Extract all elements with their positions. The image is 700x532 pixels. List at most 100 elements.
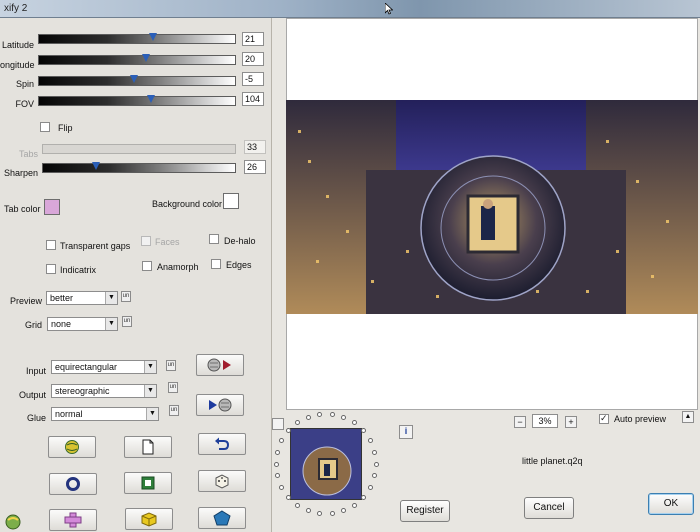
preview-unlink-button[interactable]: un [121, 291, 131, 302]
thumbnail-planet-image [291, 429, 361, 499]
input-unlink-button[interactable]: un [166, 360, 176, 371]
input-select[interactable]: equirectangular ▼ [51, 360, 157, 374]
zoom-out-button[interactable]: − [514, 416, 526, 428]
pentagon-button[interactable] [198, 507, 246, 529]
ring-dot [295, 502, 301, 508]
preview-select[interactable]: better ▼ [46, 291, 118, 305]
tabs-slider[interactable] [42, 144, 236, 154]
register-button[interactable]: Register [400, 500, 450, 522]
undo-icon [215, 437, 230, 450]
new-page-button[interactable] [124, 436, 172, 458]
faces-label: Faces [155, 237, 180, 247]
auto-preview-checkbox[interactable] [599, 413, 609, 424]
convert-to-stereographic-button[interactable] [196, 354, 244, 376]
auto-preview-label: Auto preview [614, 414, 667, 424]
zoom-in-button[interactable]: + [565, 416, 577, 428]
globe-play-icon [207, 358, 231, 372]
glue-select[interactable]: normal ▼ [51, 407, 159, 421]
grid-select-value: none [51, 319, 72, 329]
pentagon-icon [213, 510, 231, 526]
anamorph-label: Anamorph [157, 262, 199, 272]
preview-select-value: better [50, 293, 74, 303]
sharpen-slider[interactable] [42, 162, 236, 173]
chevron-down-icon: ▼ [144, 385, 156, 397]
fov-slider[interactable] [38, 95, 236, 106]
tabs-value[interactable]: 33 [244, 140, 266, 154]
zoom-level[interactable]: 3% [532, 414, 558, 428]
cube-icon [141, 512, 157, 527]
thumbnail-toggle[interactable] [272, 418, 284, 430]
title-bar: xify 2 [0, 0, 700, 18]
latitude-slider[interactable] [38, 33, 236, 44]
ring-dot [367, 484, 373, 490]
flip-checkbox[interactable] [40, 122, 50, 132]
globe-icon [65, 440, 79, 454]
latitude-thumb[interactable] [149, 33, 157, 41]
ring-button[interactable] [49, 473, 97, 495]
de-halo-checkbox[interactable] [209, 234, 219, 244]
indicatrix-checkbox[interactable] [46, 264, 56, 274]
longitude-slider[interactable] [38, 54, 236, 65]
cross-button[interactable] [49, 509, 97, 531]
cancel-button[interactable]: Cancel [524, 497, 574, 519]
ring-dot [329, 511, 335, 517]
longitude-thumb[interactable] [142, 54, 150, 62]
background-color-swatch[interactable] [223, 193, 239, 209]
background-color-label: Background color [152, 199, 223, 209]
undo-button[interactable] [198, 433, 246, 455]
ring-dot [305, 414, 311, 420]
edges-label: Edges [226, 260, 252, 270]
chevron-down-icon: ▼ [105, 318, 117, 330]
convert-to-equirectangular-button[interactable] [196, 394, 244, 416]
transparent-gaps-checkbox[interactable] [46, 240, 56, 250]
sharpen-value[interactable]: 26 [244, 160, 266, 174]
glue-select-value: normal [55, 409, 83, 419]
grid-label: Grid [24, 320, 42, 330]
frame-button[interactable] [124, 472, 172, 494]
sharpen-thumb[interactable] [92, 162, 100, 170]
output-unlink-button[interactable]: un [168, 382, 178, 393]
latitude-label: Latitude [2, 40, 35, 50]
random-button[interactable] [198, 470, 246, 492]
tab-color-label: Tab color [4, 204, 41, 214]
app-window: xify 2 Latitude 21 ongitude 20 Spin -5 F… [0, 0, 700, 532]
grid-unlink-button[interactable]: un [122, 316, 132, 327]
output-label: Output [18, 390, 46, 400]
fov-value[interactable]: 104 [242, 92, 264, 106]
fov-label: FOV [15, 99, 34, 109]
ok-button[interactable]: OK [648, 493, 694, 515]
window-title: xify 2 [4, 3, 28, 14]
preview-image[interactable] [286, 100, 698, 314]
globe-button[interactable] [48, 436, 96, 458]
chevron-down-icon: ▼ [146, 408, 158, 420]
spin-thumb[interactable] [130, 75, 138, 83]
glue-unlink-button[interactable]: un [169, 405, 179, 416]
chevron-down-icon: ▼ [144, 361, 156, 373]
dice-icon [215, 474, 229, 489]
info-icon[interactable]: i [399, 425, 413, 439]
flip-label: Flip [58, 123, 73, 133]
fov-thumb[interactable] [147, 95, 155, 103]
ring-dot [372, 449, 378, 455]
ring-dot [329, 411, 335, 417]
latitude-value[interactable]: 21 [242, 32, 264, 46]
mouse-cursor-icon [385, 3, 393, 15]
output-select[interactable]: stereographic ▼ [51, 384, 157, 398]
indicatrix-label: Indicatrix [60, 265, 97, 275]
longitude-value[interactable]: 20 [242, 52, 264, 66]
input-label: Input [25, 366, 46, 376]
app-logo-icon [5, 514, 21, 530]
spin-value[interactable]: -5 [242, 72, 264, 86]
thumbnail-image[interactable] [290, 428, 362, 500]
play-globe-icon [209, 398, 232, 412]
anamorph-checkbox[interactable] [142, 261, 152, 271]
ring-dot [274, 449, 280, 455]
spin-slider[interactable] [38, 75, 236, 86]
tab-color-swatch[interactable] [44, 199, 60, 215]
scroll-up-button[interactable]: ▲ [682, 411, 694, 423]
faces-checkbox[interactable] [141, 236, 151, 246]
ring-dot [360, 494, 366, 500]
edges-checkbox[interactable] [211, 259, 221, 269]
cube-button[interactable] [125, 508, 173, 530]
grid-select[interactable]: none ▼ [47, 317, 118, 331]
